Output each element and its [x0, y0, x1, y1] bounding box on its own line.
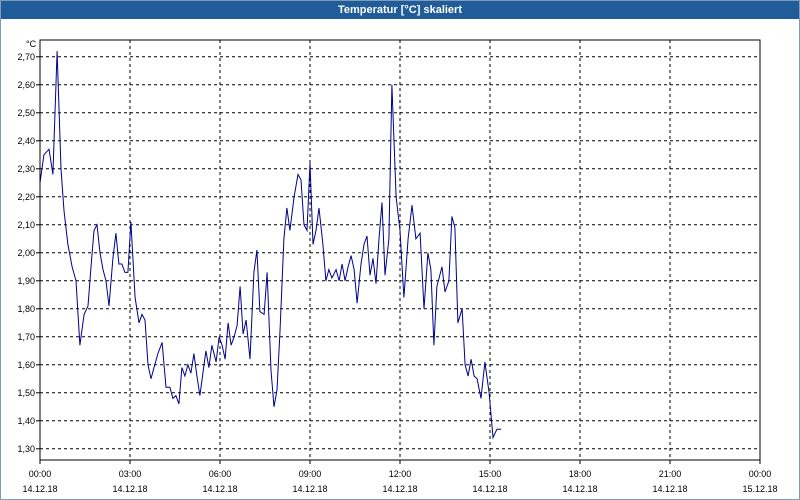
- y-tick-label: 1,70: [17, 332, 35, 342]
- y-tick-label: 2,10: [17, 220, 35, 230]
- y-tick-label: 1,60: [17, 360, 35, 370]
- y-tick-label: 1,50: [17, 388, 35, 398]
- x-tick-time: 15:00: [479, 469, 502, 479]
- x-tick-time: 18:00: [569, 469, 592, 479]
- x-tick-time: 00:00: [749, 469, 772, 479]
- x-tick-time: 12:00: [389, 469, 412, 479]
- y-tick-label: 2,30: [17, 164, 35, 174]
- x-tick-date: 14.12.18: [562, 484, 597, 494]
- x-tick-date: 14.12.18: [202, 484, 237, 494]
- x-tick-date: 14.12.18: [112, 484, 147, 494]
- x-tick-time: 00:00: [29, 469, 52, 479]
- y-tick-label: 2,70: [17, 52, 35, 62]
- x-tick-time: 03:00: [119, 469, 142, 479]
- x-tick-date: 15.12.18: [742, 484, 777, 494]
- y-tick-label: 2,60: [17, 80, 35, 90]
- y-tick-label: 1,90: [17, 276, 35, 286]
- y-axis-unit: °C: [26, 39, 37, 49]
- x-tick-date: 14.12.18: [292, 484, 327, 494]
- grid: [40, 40, 760, 460]
- y-tick-label: 1,30: [17, 444, 35, 454]
- x-tick-time: 21:00: [659, 469, 682, 479]
- y-tick-label: 2,00: [17, 248, 35, 258]
- y-tick-label: 2,50: [17, 108, 35, 118]
- y-tick-label: 1,80: [17, 304, 35, 314]
- y-tick-label: 1,40: [17, 416, 35, 426]
- x-tick-date: 14.12.18: [472, 484, 507, 494]
- axes: [36, 39, 761, 464]
- x-tick-date: 14.12.18: [652, 484, 687, 494]
- y-tick-label: 2,40: [17, 136, 35, 146]
- temperature-line: [39, 51, 502, 440]
- tick-labels: 1,30 1,40 1,50 1,60 1,70 1,80 1,90 2,00 2,10 2,20…: [17, 39, 777, 494]
- x-tick-time: 09:00: [299, 469, 322, 479]
- series-group: [39, 51, 502, 440]
- x-tick-date: 14.12.18: [22, 484, 57, 494]
- x-tick-date: 14.12.18: [382, 484, 417, 494]
- y-tick-label: 2,20: [17, 192, 35, 202]
- x-tick-time: 06:00: [209, 469, 232, 479]
- chart-canvas: 1,30 1,40 1,50 1,60 1,70 1,80 1,90 2,00 2,10 2,20…: [17, 39, 777, 494]
